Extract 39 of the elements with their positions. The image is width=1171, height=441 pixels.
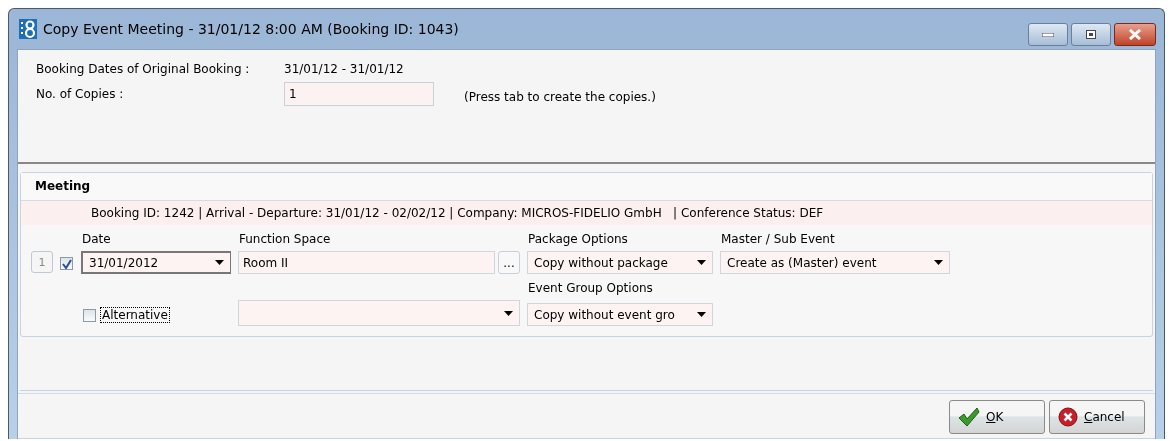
master-sub-event-dropdown[interactable]: Create as (Master) event [720,251,950,274]
field-label: Package Options [527,231,629,248]
minimize-button[interactable] [1028,23,1068,46]
alternative-checkbox[interactable] [83,308,96,322]
caret-icon [504,310,513,316]
package-options-dropdown[interactable]: Copy without package [527,251,713,274]
maximize-button[interactable] [1071,23,1111,46]
caret-icon [934,260,943,265]
caret-icon [697,312,706,317]
row-checkbox[interactable] [60,257,73,270]
cancel-button[interactable]: Cancel [1049,400,1145,434]
field-label: Event Group Options [527,280,654,297]
field-label: Master / Sub Event [720,231,836,248]
function-space-field[interactable]: Room II [238,251,495,274]
hint-text: (Press tab to create the copies.) [464,89,657,104]
cancel-icon [1058,407,1078,427]
ok-button[interactable]: OK [949,400,1045,434]
event-group-options-dropdown[interactable]: Copy without event gro [527,303,713,326]
minimize-icon [1042,32,1054,37]
window-title: Copy Event Meeting - 31/01/12 8:00 AM (Booking ID: 1043) [43,21,460,37]
section-header: Meeting [21,173,1152,201]
row-number: 1 [31,251,53,273]
field-label: No. of Copies : [36,87,125,101]
date-dropdown[interactable]: 31/01/2012 [81,251,231,274]
checkmark-icon [958,407,980,427]
caret-icon [215,260,224,265]
restore-icon [1086,30,1096,39]
copies-input-field[interactable]: 1 [284,82,434,106]
close-button[interactable] [1114,23,1156,46]
field-label: Date [81,231,112,248]
close-icon [1128,29,1142,40]
field-label: Booking Dates of Original Booking : [36,62,251,76]
booking-dates-value: 31/01/12 - 31/01/12 [284,62,405,76]
alternative-label[interactable]: Alternative [100,307,170,323]
app-logo-icon [19,19,37,39]
field-label: Function Space [238,231,332,248]
booking-info-text: Booking ID: 1242 | Arrival - Departure: 31/01/12 - 02/02/12 | Company: MICROS-FIDELIO GmbH | Conference Status: DEF [21,201,1152,225]
browse-button[interactable]: ... [498,251,520,274]
caret-icon [697,260,706,265]
